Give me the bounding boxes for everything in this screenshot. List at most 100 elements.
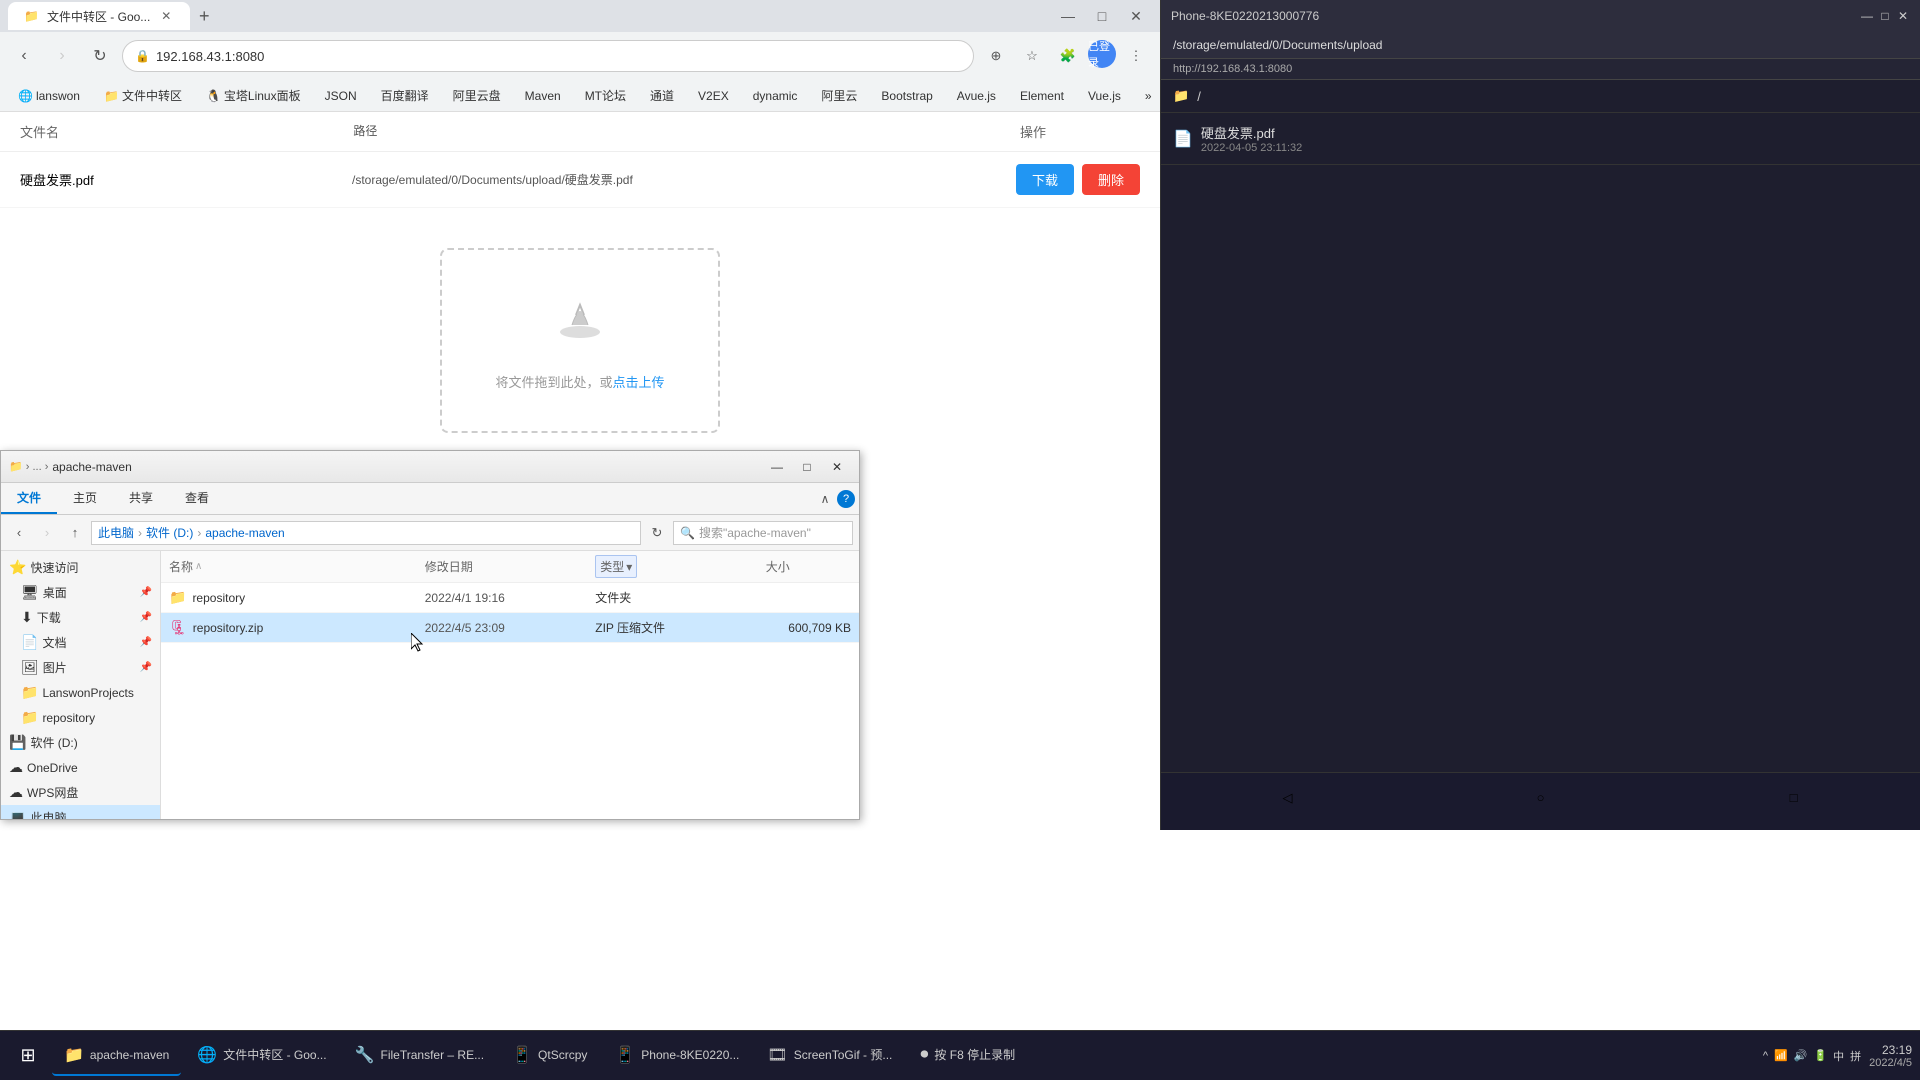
- bookmark-bootstrap[interactable]: Bootstrap: [875, 87, 938, 105]
- taskbar-item-screentogif[interactable]: 🎞 ScreenToGif - 预...: [755, 1036, 904, 1076]
- breadcrumb-drive[interactable]: 软件 (D:): [146, 524, 193, 541]
- bookmark-aliyun[interactable]: 阿里云: [815, 85, 863, 106]
- bookmark-vue[interactable]: Vue.js: [1082, 87, 1127, 105]
- phone-close-btn[interactable]: ✕: [1896, 9, 1910, 23]
- sidebar-drive-d[interactable]: 💾 软件 (D:): [1, 730, 160, 755]
- bookmark-baota[interactable]: 🐧 宝塔Linux面板: [200, 85, 307, 106]
- upload-link[interactable]: 点击上传: [613, 375, 665, 390]
- tray-input-mode[interactable]: 拼: [1850, 1048, 1861, 1064]
- start-button[interactable]: ⊞: [8, 1036, 48, 1076]
- tray-expand[interactable]: ^: [1763, 1050, 1768, 1062]
- active-tab[interactable]: 📁 文件中转区 - Goo... ✕: [8, 2, 190, 30]
- new-tab-btn[interactable]: +: [190, 2, 218, 30]
- taskbar-item-recording[interactable]: ⏺ 按 F8 停止录制: [908, 1036, 1027, 1076]
- taskbar-item-filetransfer[interactable]: 🔧 FileTransfer – RE...: [343, 1036, 497, 1076]
- profile-icon[interactable]: 已登录: [1088, 40, 1116, 68]
- explorer-forward-btn[interactable]: ›: [35, 521, 59, 545]
- phone-home-btn[interactable]: ○: [1521, 778, 1561, 818]
- bookmark-icon[interactable]: ☆: [1016, 40, 1048, 72]
- taskbar-item-qtscrcpy[interactable]: 📱 QtScrcpy: [500, 1036, 599, 1076]
- sidebar-downloads[interactable]: ⬇ 下载 📌: [1, 605, 160, 630]
- drive-d-icon: 💾: [9, 734, 26, 751]
- type-dropdown[interactable]: 类型 ▾: [595, 555, 637, 578]
- ribbon-tab-home[interactable]: 主页: [57, 483, 113, 514]
- col-size-header[interactable]: 大小: [766, 555, 851, 578]
- bookmark-more[interactable]: »: [1139, 87, 1158, 105]
- breadcrumb-pc[interactable]: 此电脑: [98, 524, 134, 541]
- bookmark-filetransfer[interactable]: 📁 文件中转区: [98, 85, 188, 106]
- download-btn[interactable]: 下载: [1016, 164, 1074, 195]
- browser-minimize-btn[interactable]: —: [1052, 0, 1084, 32]
- sidebar-quick-access[interactable]: ⭐ 快速访问: [1, 555, 160, 580]
- tray-network[interactable]: 📶: [1774, 1049, 1788, 1062]
- breadcrumb-folder[interactable]: apache-maven: [205, 526, 284, 540]
- extension-icon[interactable]: 🧩: [1052, 40, 1084, 72]
- explorer-minimize-btn[interactable]: —: [763, 456, 791, 478]
- phone-recents-btn[interactable]: □: [1774, 778, 1814, 818]
- cast-icon[interactable]: ⊕: [980, 40, 1012, 72]
- taskbar-item-chrome[interactable]: 🌐 文件中转区 - Goo...: [185, 1036, 338, 1076]
- explorer-back-btn[interactable]: ‹: [7, 521, 31, 545]
- ribbon-tab-share[interactable]: 共享: [113, 483, 169, 514]
- file-actions: 下载 删除: [1016, 164, 1140, 195]
- sidebar-pictures[interactable]: 🖼 图片 📌: [1, 655, 160, 680]
- col-path-header: 路径: [353, 122, 1020, 141]
- browser-maximize-btn[interactable]: □: [1086, 0, 1118, 32]
- bookmark-element[interactable]: Element: [1014, 87, 1070, 105]
- upload-dropzone[interactable]: 将文件拖到此处，或点击上传: [440, 248, 720, 433]
- sidebar-repository[interactable]: 📁 repository: [1, 705, 160, 730]
- bookmark-json[interactable]: JSON: [319, 87, 363, 105]
- col-name-header[interactable]: 名称 ∧: [169, 555, 425, 578]
- bookmark-dynamic[interactable]: dynamic: [747, 87, 804, 105]
- explorer-up-btn[interactable]: ↑: [63, 521, 87, 545]
- col-type-header[interactable]: 类型 ▾: [595, 555, 766, 578]
- tray-volume[interactable]: 🔊: [1794, 1049, 1808, 1062]
- forward-btn[interactable]: ›: [46, 40, 78, 72]
- bookmark-avue[interactable]: Avue.js: [951, 87, 1002, 105]
- sidebar-desktop[interactable]: 🖥 桌面 📌: [1, 580, 160, 605]
- col-date-header[interactable]: 修改日期: [425, 555, 596, 578]
- explorer-maximize-btn[interactable]: □: [793, 456, 821, 478]
- sidebar-onedrive[interactable]: ☁ OneDrive: [1, 755, 160, 780]
- tray-input-lang[interactable]: 中: [1833, 1048, 1844, 1064]
- tab-close-btn[interactable]: ✕: [158, 8, 174, 24]
- bookmark-channel[interactable]: 通道: [644, 85, 680, 106]
- sidebar-this-pc[interactable]: 💻 此电脑: [1, 805, 160, 819]
- phone-maximize-btn[interactable]: □: [1878, 9, 1892, 23]
- bookmark-v2ex[interactable]: V2EX: [692, 87, 735, 105]
- file-row-repository[interactable]: 📁 repository 2022/4/1 19:16 文件夹: [161, 583, 859, 613]
- address-bar[interactable]: 🔒 192.168.43.1:8080: [122, 40, 974, 72]
- sidebar-lanswon-projects[interactable]: 📁 LanswonProjects: [1, 680, 160, 705]
- back-btn[interactable]: ‹: [8, 40, 40, 72]
- ribbon-tab-view[interactable]: 查看: [169, 483, 225, 514]
- tray-battery[interactable]: 🔋: [1813, 1049, 1827, 1062]
- explorer-search[interactable]: 🔍 搜索"apache-maven": [673, 521, 853, 545]
- phone-minimize-btn[interactable]: —: [1860, 9, 1874, 23]
- dropdown-arrow: ▾: [626, 560, 632, 574]
- bookmark-baidu[interactable]: 百度翻译: [375, 85, 435, 106]
- browser-close-btn[interactable]: ✕: [1120, 0, 1152, 32]
- phone-back-btn[interactable]: ◁: [1268, 778, 1308, 818]
- phone-file-item[interactable]: 📄 硬盘发票.pdf 2022-04-05 23:11:32: [1161, 113, 1920, 165]
- explorer-close-btn[interactable]: ✕: [823, 456, 851, 478]
- bookmark-maven[interactable]: Maven: [519, 87, 567, 105]
- bookmark-lanswon[interactable]: 🌐 lanswon: [12, 87, 86, 105]
- sidebar-wps[interactable]: ☁ WPS网盘: [1, 780, 160, 805]
- clock[interactable]: 23:19 2022/4/5: [1869, 1043, 1912, 1069]
- ribbon-help-btn[interactable]: ?: [837, 490, 855, 508]
- delete-btn[interactable]: 删除: [1082, 164, 1140, 195]
- address-path[interactable]: 此电脑 › 软件 (D:) › apache-maven: [91, 521, 641, 545]
- explorer-refresh-btn[interactable]: ↻: [645, 521, 669, 545]
- reload-btn[interactable]: ↻: [84, 40, 116, 72]
- ribbon-collapse-btn[interactable]: ∧: [817, 491, 833, 507]
- file-row-repository-zip[interactable]: 🗜 repository.zip 2022/4/5 23:09 ZIP 压缩文件…: [161, 613, 859, 643]
- menu-icon[interactable]: ⋮: [1120, 40, 1152, 72]
- sidebar-documents[interactable]: 📄 文档 📌: [1, 630, 160, 655]
- phone-nav-root[interactable]: 📁 /: [1161, 80, 1920, 113]
- taskbar-item-phone[interactable]: 📱 Phone-8KE0220...: [603, 1036, 751, 1076]
- bookmark-mt[interactable]: MT论坛: [579, 85, 632, 106]
- ribbon-tab-file[interactable]: 文件: [1, 483, 57, 514]
- bookmark-aliyun-pan[interactable]: 阿里云盘: [447, 85, 507, 106]
- taskbar-item-explorer[interactable]: 📁 apache-maven: [52, 1036, 181, 1076]
- explorer-toolbar: ‹ › ↑ 此电脑 › 软件 (D:) › apache-maven ↻ 🔍 搜…: [1, 515, 859, 551]
